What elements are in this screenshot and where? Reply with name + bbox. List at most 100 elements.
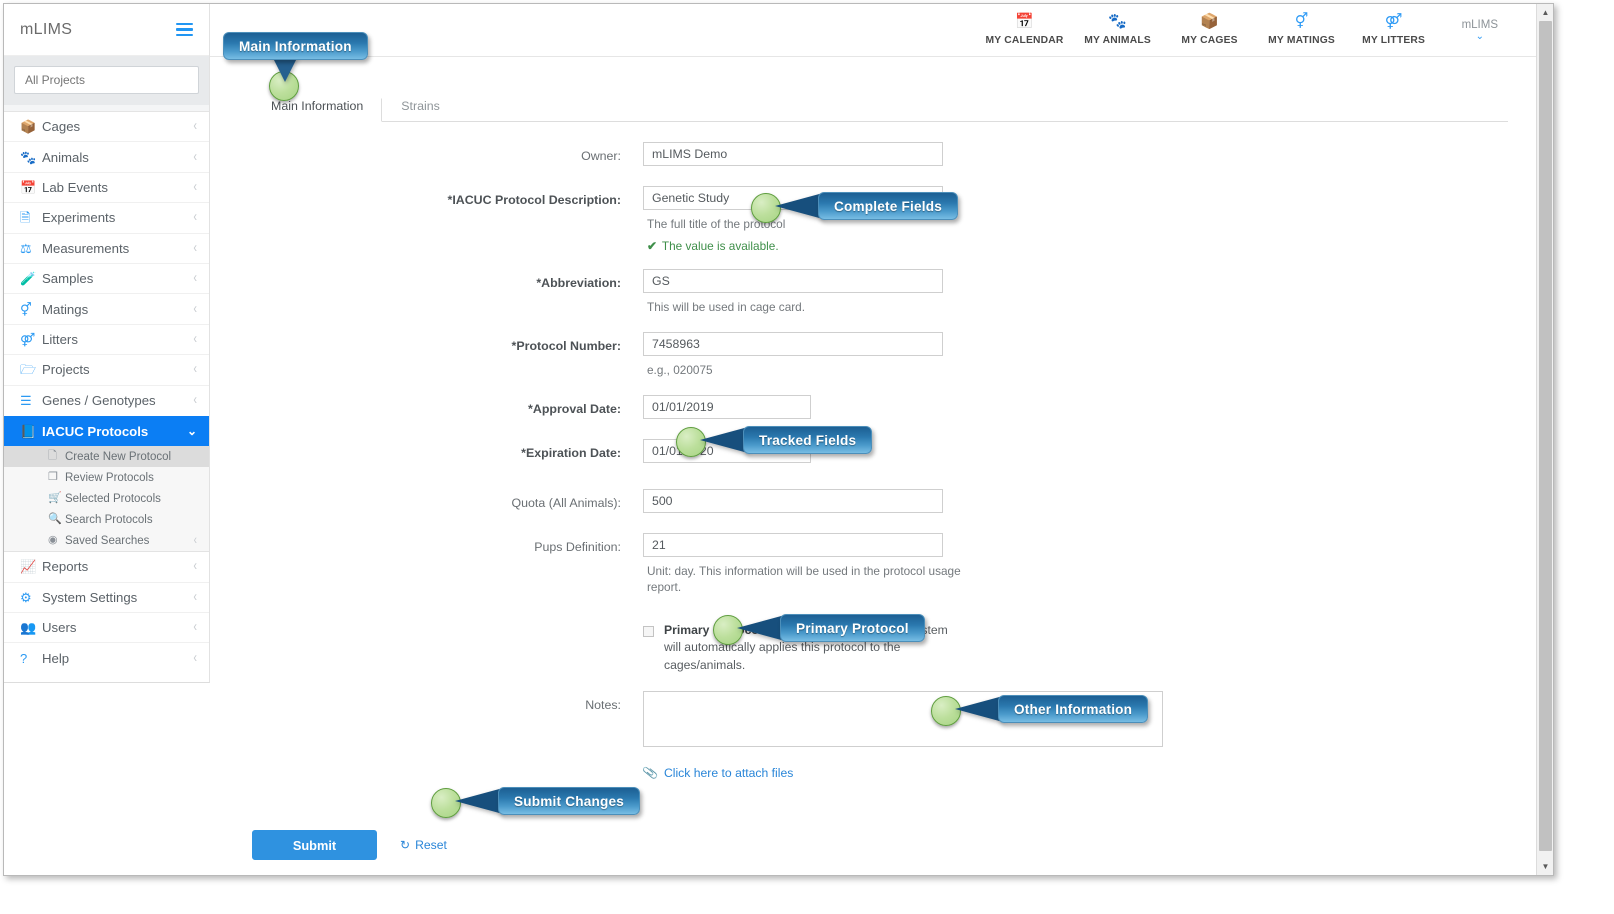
mating-symbols-icon: ⚥ <box>20 301 32 317</box>
main-content: Main Information Strains Owner: *IACU <box>210 57 1553 875</box>
abbreviation-label: *Abbreviation: <box>536 275 621 290</box>
sidebar-item-system-settings[interactable]: ⚙ System Settings ‹ <box>4 583 209 614</box>
sidebar-item-label: Reports <box>42 559 89 575</box>
topnav-label: MY MATINGS <box>1268 35 1335 46</box>
sidebar-item-reports[interactable]: 📈 Reports ‹ <box>4 552 209 583</box>
paperclip-icon: 📎 <box>641 764 660 782</box>
sidebar-item-cages[interactable]: 📦 Cages ‹ <box>4 112 209 143</box>
search-input[interactable] <box>14 66 199 94</box>
sidebar-item-label: Matings <box>42 301 89 317</box>
sidebar-subitem-saved-searches[interactable]: ◉ Saved Searches ‹ <box>4 530 209 551</box>
callout-label: Tracked Fields <box>759 432 857 448</box>
sidebar-item-iacuc-protocols[interactable]: 📘 IACUC Protocols ⌄ <box>4 415 209 447</box>
sidebar-item-label: Measurements <box>42 240 130 256</box>
sidebar-item-label: Projects <box>42 362 90 378</box>
field-row-quota: Quota (All Animals): <box>210 488 1553 513</box>
callout-tail-complete-fields <box>775 193 823 219</box>
scroll-up-arrow[interactable]: ▲ <box>1537 4 1553 21</box>
primary-protocol-checkbox[interactable] <box>643 625 654 637</box>
topnav-my-calendar[interactable]: 📅 MY CALENDAR <box>977 14 1071 46</box>
callout-label: Main Information <box>239 38 352 54</box>
topnav-my-matings[interactable]: ⚥ MY MATINGS <box>1256 14 1348 46</box>
sidebar-item-measurements[interactable]: ⚖ Measurements ‹ <box>4 234 209 264</box>
topnav-my-animals[interactable]: 🐾 MY ANIMALS <box>1072 14 1164 46</box>
file-icon: 🗋 <box>48 450 57 463</box>
approval-date-input[interactable] <box>643 394 811 419</box>
sidebar-item-label: Samples <box>42 271 94 287</box>
user-name: mLIMS <box>1461 18 1498 31</box>
sidebar-item-projects[interactable]: 🗁 Projects ‹ <box>4 355 209 386</box>
pups-definition-input[interactable] <box>643 532 943 557</box>
sidebar-item-litters[interactable]: ⚤ Litters ‹ <box>4 325 209 356</box>
hamburger-icon[interactable] <box>176 22 193 37</box>
topnav-my-litters[interactable]: ⚤ MY LITTERS <box>1348 14 1440 46</box>
sidebar-item-label: Animals <box>42 149 89 165</box>
chevron-left-icon: ‹ <box>193 588 197 605</box>
topnav-my-cages[interactable]: 📦 MY CAGES <box>1164 14 1256 46</box>
sidebar-item-samples[interactable]: 🧪 Samples ‹ <box>4 264 209 295</box>
callout-complete-fields: Complete Fields <box>818 192 958 220</box>
chevron-left-icon: ‹ <box>193 300 197 317</box>
callout-primary-protocol: Primary Protocol <box>780 614 925 642</box>
field-row-abbreviation: *Abbreviation: This will be used in cage… <box>210 268 1553 316</box>
sidebar-item-help[interactable]: ? Help ‹ <box>4 643 209 673</box>
sidebar-subitem-review-protocols[interactable]: ❐ Review Protocols <box>4 467 209 488</box>
cart-icon: 🛒 <box>48 492 62 505</box>
sidebar-subitem-label: Review Protocols <box>65 471 154 484</box>
sidebar-subitem-create-new-protocol[interactable]: 🗋 Create New Protocol <box>4 446 209 468</box>
quota-input[interactable] <box>643 488 943 513</box>
gear-icon: ⚙ <box>20 589 32 605</box>
tab-main-information[interactable]: Main Information <box>252 98 383 122</box>
test-tube-icon: 🧪 <box>20 271 37 287</box>
scrollbar-thumb[interactable] <box>1539 21 1552 851</box>
top-navbar: 📅 MY CALENDAR 🐾 MY ANIMALS 📦 MY CAGES ⚥ MY MATI… <box>210 4 1553 57</box>
sidebar-item-lab-events[interactable]: 📅 Lab Events ‹ <box>4 173 209 204</box>
callout-label: Submit Changes <box>514 793 625 809</box>
sidebar-item-label: IACUC Protocols <box>42 423 149 439</box>
tab-label: Strains <box>401 99 440 113</box>
owner-input[interactable] <box>643 142 943 166</box>
chevron-left-icon: ‹ <box>193 361 197 378</box>
attach-files-label: Click here to attach files <box>663 766 794 781</box>
tab-strains[interactable]: Strains <box>382 98 459 122</box>
vertical-scrollbar[interactable]: ▲ ▼ <box>1536 4 1553 875</box>
sidebar-item-users[interactable]: 👥 Users ‹ <box>4 613 209 644</box>
field-row-expiration-date: *Expiration Date: <box>210 438 1553 463</box>
sidebar-subitem-label: Search Protocols <box>65 513 153 526</box>
chevron-left-icon: ‹ <box>193 618 197 636</box>
question-icon: ? <box>20 651 28 667</box>
chevron-left-icon: ‹ <box>193 391 197 409</box>
sidebar-header: mLIMS <box>4 4 209 56</box>
calendar-icon: 📅 <box>1015 13 1034 30</box>
tab-label: Main Information <box>271 99 364 113</box>
protocol-number-hint: e.g., 020075 <box>647 362 713 377</box>
submit-button[interactable]: Submit <box>252 830 377 861</box>
sidebar-subitem-search-protocols[interactable]: 🔍 Search Protocols <box>4 509 209 530</box>
sidebar-item-matings[interactable]: ⚥ Matings ‹ <box>4 294 209 325</box>
protocol-number-input[interactable] <box>643 331 943 356</box>
user-menu[interactable]: mLIMS ⌄ <box>1462 19 1498 42</box>
attach-files-link[interactable]: 📎 Click here to attach files <box>641 764 794 782</box>
abbreviation-input[interactable] <box>643 268 943 293</box>
callout-tail-primary-protocol <box>737 615 785 641</box>
topnav-label: MY CAGES <box>1181 35 1238 46</box>
search-icon: 🔍 <box>48 513 62 526</box>
sidebar-item-experiments[interactable]: 🗎 Experiments ‹ <box>4 203 209 234</box>
chevron-left-icon: ‹ <box>193 533 197 549</box>
sidebar-item-animals[interactable]: 🐾 Animals ‹ <box>4 142 209 173</box>
sidebar-item-label: Lab Events <box>42 179 108 195</box>
sidebar-item-label: Cages <box>42 119 81 135</box>
lines-icon: ☰ <box>20 393 32 409</box>
reset-button[interactable]: ↻ Reset <box>400 838 447 852</box>
validation-text: The value is available. <box>661 238 779 253</box>
callout-label: Primary Protocol <box>796 620 909 636</box>
field-row-protocol-number: *Protocol Number: e.g., 020075 <box>210 331 1553 379</box>
callout-tail-submit-changes <box>455 788 503 814</box>
protocol-form: Owner: *IACUC Protocol Description: The … <box>210 122 1553 861</box>
scroll-down-arrow[interactable]: ▼ <box>1537 858 1553 875</box>
sidebar-subitem-selected-protocols[interactable]: 🛒 Selected Protocols <box>4 488 209 509</box>
sidebar-nav-secondary: 📈 Reports ‹ ⚙ System Settings ‹ 👥 Users ‹? Help ‹ <box>4 552 209 674</box>
sidebar-item-label: System Settings <box>42 589 138 605</box>
sidebar: mLIMS 📦 Cages ‹ 🐾 Animals ‹ 📅 Lab Events ‹ 🗎 Exper… <box>4 4 210 683</box>
sidebar-item-genes-genotypes[interactable]: ☰ Genes / Genotypes ‹ <box>4 386 209 416</box>
